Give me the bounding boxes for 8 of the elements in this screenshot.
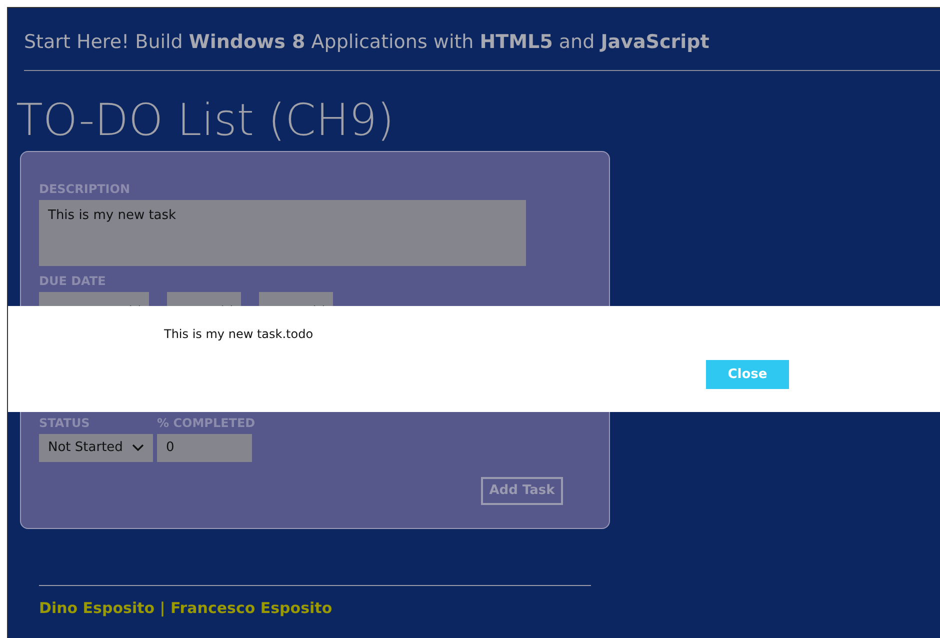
dialog-message: This is my new task.todo — [164, 326, 314, 343]
footer-authors: Dino Esposito | Francesco Esposito — [39, 598, 334, 618]
completed-field[interactable]: 0 — [157, 434, 252, 462]
description-field[interactable]: This is my new task — [39, 200, 526, 266]
status-dropdown[interactable]: Not Started — [39, 434, 153, 462]
chevron-down-icon — [132, 444, 144, 452]
app-header: Start Here! Build Windows 8 Applications with HTML5 and JavaScript — [24, 30, 710, 55]
page-title: TO-DO List (CH9) — [15, 94, 396, 148]
